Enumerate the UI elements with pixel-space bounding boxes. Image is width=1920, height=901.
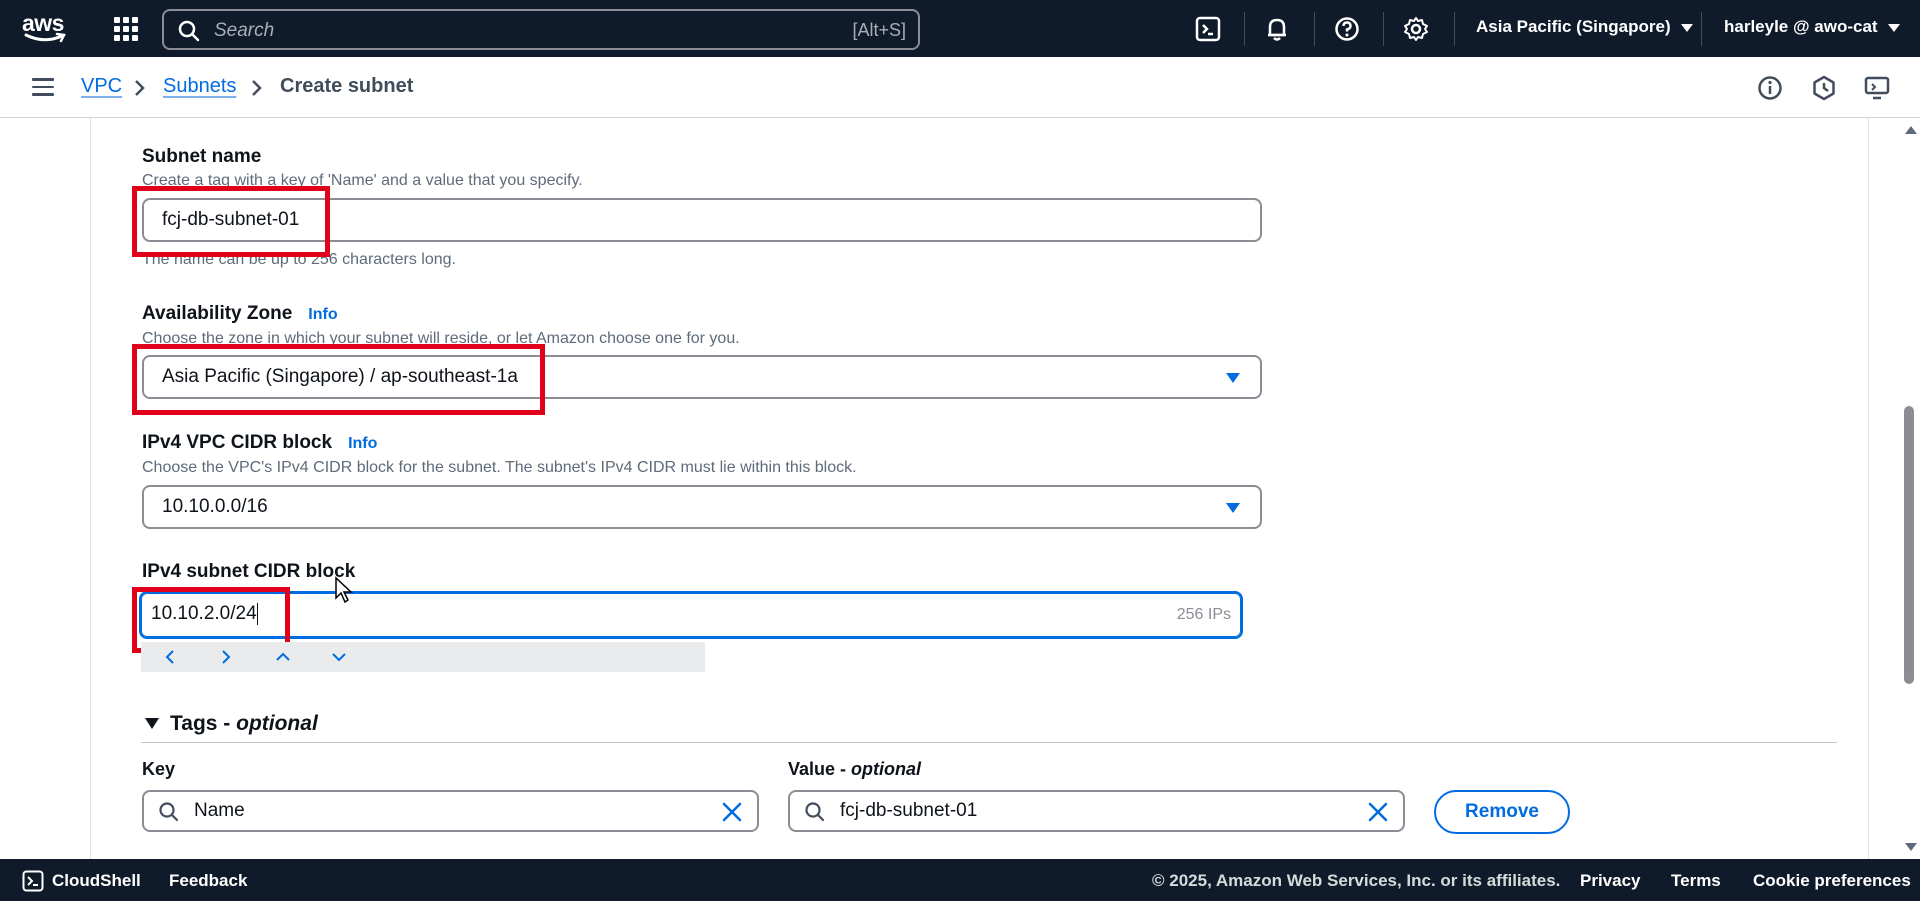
aws-logo-text: aws [22, 10, 64, 36]
subnet-cidr-ip-count: 256 IPs [1176, 606, 1231, 623]
tag-value-label-prefix: Value - [788, 759, 852, 779]
chevron-right-icon[interactable] [219, 648, 233, 666]
caret-down-icon [1226, 503, 1240, 513]
search-icon [805, 802, 825, 822]
chevron-left-icon[interactable] [163, 648, 177, 666]
caret-down-icon [1226, 373, 1240, 383]
settings-gear-icon[interactable] [1403, 16, 1429, 42]
aws-logo[interactable]: aws [22, 12, 70, 46]
tag-key-input[interactable]: Name [142, 790, 759, 832]
mouse-pointer-icon [335, 576, 353, 604]
vpc-cidr-info-link[interactable]: Info [348, 435, 377, 452]
region-selector[interactable]: Asia Pacific (Singapore) [1476, 17, 1693, 37]
tag-value-value: fcj-db-subnet-01 [840, 800, 978, 821]
tag-value-label-optional: optional [851, 759, 922, 779]
notifications-bell-icon[interactable] [1264, 16, 1290, 42]
cloudshell-icon[interactable] [22, 870, 44, 892]
clear-x-icon[interactable] [1367, 801, 1389, 823]
region-label: Asia Pacific (Singapore) [1476, 17, 1671, 36]
vpc-cidr-select[interactable]: 10.10.0.0/16 [142, 485, 1262, 529]
vpc-cidr-label-text: IPv4 VPC CIDR block [142, 432, 333, 453]
search-icon [178, 20, 200, 42]
tags-title-optional: optional [236, 712, 318, 735]
breadcrumb-subnets[interactable]: Subnets [163, 75, 236, 98]
collapse-triangle-icon[interactable] [145, 718, 159, 729]
availability-zone-info-link[interactable]: Info [308, 306, 337, 323]
help-icon[interactable] [1334, 16, 1360, 42]
page-scrollbar[interactable] [1900, 118, 1920, 859]
footer-cookie-preferences-link[interactable]: Cookie preferences [1753, 871, 1911, 891]
footer-copyright: © 2025, Amazon Web Services, Inc. or its… [1152, 871, 1561, 890]
vpc-cidr-value: 10.10.0.0/16 [162, 496, 268, 517]
subnet-name-label: Subnet name [142, 146, 262, 167]
highlight-box [132, 186, 330, 257]
scroll-thumb[interactable] [1904, 406, 1914, 684]
availability-zone-label: Availability Zone Info [142, 303, 338, 325]
availability-zone-label-text: Availability Zone [142, 303, 293, 324]
feedback-hexagon-icon[interactable] [1811, 75, 1837, 101]
search-placeholder: Search [214, 20, 275, 41]
main-content: Subnet name Create a tag with a key of '… [0, 118, 1920, 859]
search-input[interactable]: Search [Alt+S] [162, 9, 920, 50]
vpc-cidr-label: IPv4 VPC CIDR block Info [142, 432, 377, 454]
tag-value-input[interactable]: fcj-db-subnet-01 [788, 790, 1405, 832]
chevron-down-icon[interactable] [330, 648, 348, 666]
chevron-right-icon [135, 80, 145, 96]
clear-x-icon[interactable] [721, 801, 743, 823]
vpc-cidr-description: Choose the VPC's IPv4 CIDR block for the… [142, 459, 857, 476]
tag-key-value: Name [194, 800, 245, 821]
remove-tag-button[interactable]: Remove [1434, 790, 1570, 834]
footer-privacy-link[interactable]: Privacy [1580, 871, 1641, 891]
footer-terms-link[interactable]: Terms [1671, 871, 1721, 891]
highlight-box [132, 344, 545, 415]
breadcrumb-current: Create subnet [280, 75, 414, 97]
tags-title-prefix: Tags - [170, 712, 237, 735]
info-icon[interactable] [1757, 75, 1783, 101]
cidr-stepper [141, 642, 705, 672]
cloudshell-icon[interactable] [1195, 16, 1221, 42]
footer-feedback-link[interactable]: Feedback [169, 871, 247, 891]
subnet-cidr-input[interactable]: 10.10.2.0/24 256 IPs [139, 591, 1243, 639]
footer-cloudshell-link[interactable]: CloudShell [52, 871, 141, 891]
tags-section-header[interactable]: Tags - optional [170, 712, 318, 736]
tag-key-label: Key [142, 759, 176, 779]
account-menu[interactable]: harleyle @ awo-cat [1724, 17, 1900, 37]
scroll-up-icon[interactable] [1905, 126, 1917, 134]
aws-smile-icon [24, 32, 66, 43]
search-icon [159, 802, 179, 822]
chevron-down-icon [1887, 23, 1900, 32]
breadcrumb-bar: VPC Subnets Create subnet [0, 57, 1920, 118]
chevron-up-icon[interactable] [274, 648, 292, 666]
footer-bar: CloudShell Feedback © 2025, Amazon Web S… [0, 859, 1920, 901]
tag-value-label: Value - optional [788, 759, 921, 780]
panel-monitor-icon[interactable] [1864, 75, 1890, 101]
top-navigation-bar: aws Search [Alt+S] Asia Pacific (Singapo… [0, 0, 1920, 57]
scroll-down-icon[interactable] [1905, 843, 1917, 851]
search-shortcut: [Alt+S] [852, 20, 906, 40]
breadcrumb-vpc[interactable]: VPC [81, 75, 122, 98]
menu-hamburger-icon[interactable] [32, 78, 54, 96]
subnet-cidr-label: IPv4 subnet CIDR block [142, 561, 356, 582]
account-label: harleyle @ awo-cat [1724, 17, 1878, 36]
chevron-right-icon [252, 80, 262, 96]
chevron-down-icon [1680, 23, 1693, 32]
services-grid-icon[interactable] [114, 17, 138, 41]
